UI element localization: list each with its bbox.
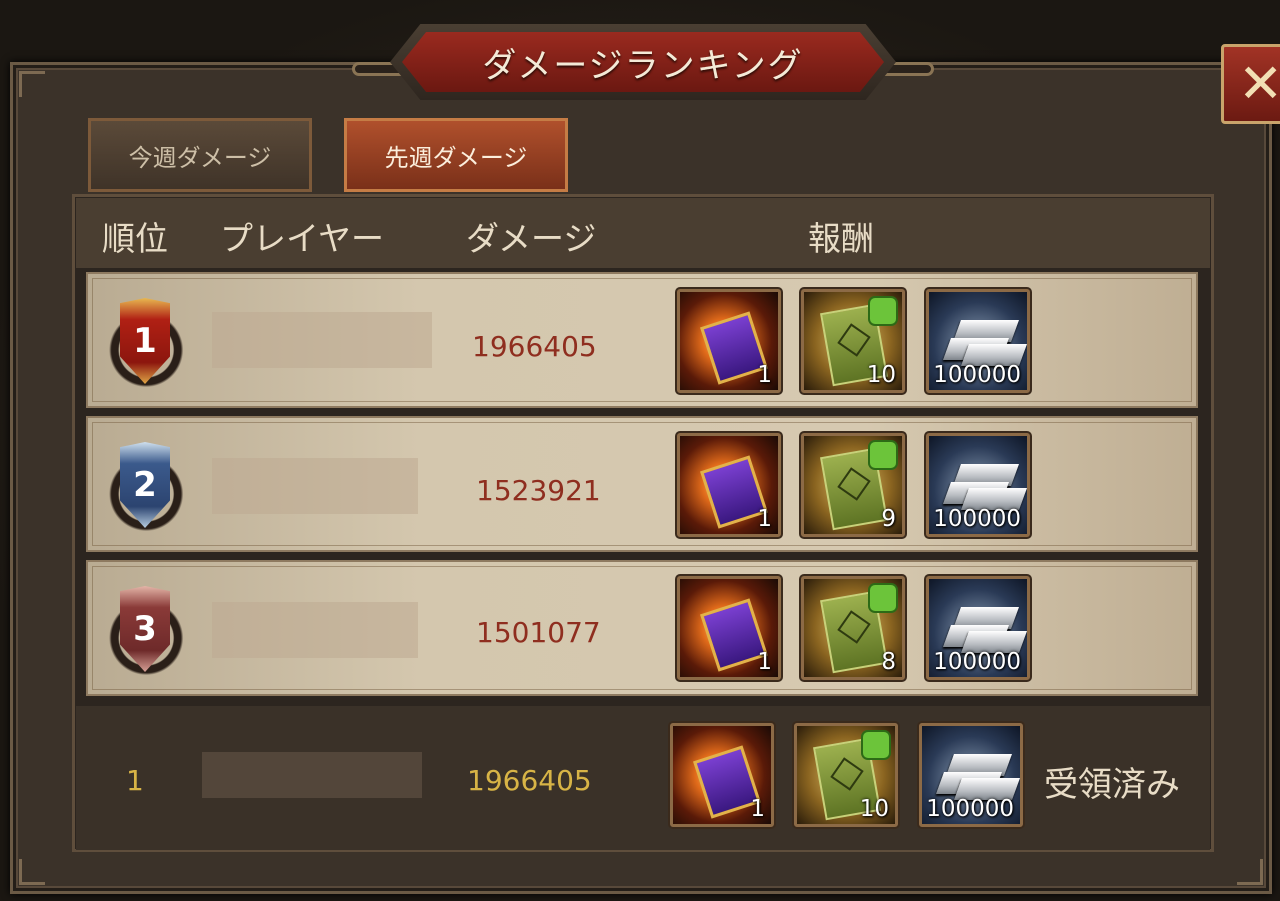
damage-value: 1501077 [476, 616, 601, 649]
ranking-row: 2 1523921 [86, 416, 1198, 552]
tab-this-week-damage[interactable]: 今週ダメージ [88, 118, 312, 192]
reward-item[interactable]: 1 [677, 289, 781, 393]
player-name-hidden [212, 602, 418, 658]
rank-badge-bronze-icon: 3 [100, 582, 184, 682]
frame-corner-ornament [1237, 859, 1263, 885]
reward-item[interactable]: 10 [801, 289, 905, 393]
reward-item[interactable]: 1 [670, 723, 774, 827]
reward-item[interactable]: 1 [677, 433, 781, 537]
title-banner: ダメージランキング [352, 22, 934, 102]
close-button[interactable]: ✕ [1221, 44, 1280, 124]
rank-badge-gold-icon: 1 [100, 294, 184, 394]
column-header-rank: 順位 [102, 219, 168, 258]
my-damage-value: 1966405 [467, 764, 592, 797]
puzzle-piece-icon [870, 298, 896, 324]
tab-last-week-damage[interactable]: 先週ダメージ [344, 118, 568, 192]
dialog-title: ダメージランキング [482, 45, 804, 86]
reward-item[interactable]: 10 [794, 723, 898, 827]
my-player-name-hidden [202, 752, 422, 798]
reward-item[interactable]: 8 [801, 576, 905, 680]
column-header-damage: ダメージ [466, 219, 597, 258]
frame-corner-ornament [19, 859, 45, 885]
ranking-row: 1 1966405 [86, 272, 1198, 408]
damage-value: 1523921 [476, 474, 601, 507]
damage-value: 1966405 [472, 330, 597, 363]
puzzle-piece-icon [870, 442, 896, 468]
reward-item[interactable]: 9 [801, 433, 905, 537]
puzzle-piece-icon [863, 732, 889, 758]
ranking-row: 3 1501077 [86, 560, 1198, 696]
rank-badge-silver-icon: 2 [100, 438, 184, 538]
reward-item[interactable]: 100000 [926, 433, 1030, 537]
reward-item[interactable]: 100000 [926, 289, 1030, 393]
frame-corner-ornament [19, 71, 45, 97]
reward-item[interactable]: 100000 [926, 576, 1030, 680]
my-rank: 1 [126, 764, 144, 797]
column-header-player: プレイヤー [220, 219, 385, 258]
close-x-icon: ✕ [1238, 52, 1280, 115]
player-name-hidden [212, 312, 432, 368]
table-header: 順位 プレイヤー ダメージ 報酬 [76, 198, 1210, 268]
claimed-status: 受領済み [1044, 765, 1180, 805]
column-header-reward: 報酬 [808, 219, 874, 258]
player-name-hidden [212, 458, 418, 514]
puzzle-piece-icon [870, 585, 896, 611]
reward-item[interactable]: 1 [677, 576, 781, 680]
reward-item[interactable]: 100000 [919, 723, 1023, 827]
